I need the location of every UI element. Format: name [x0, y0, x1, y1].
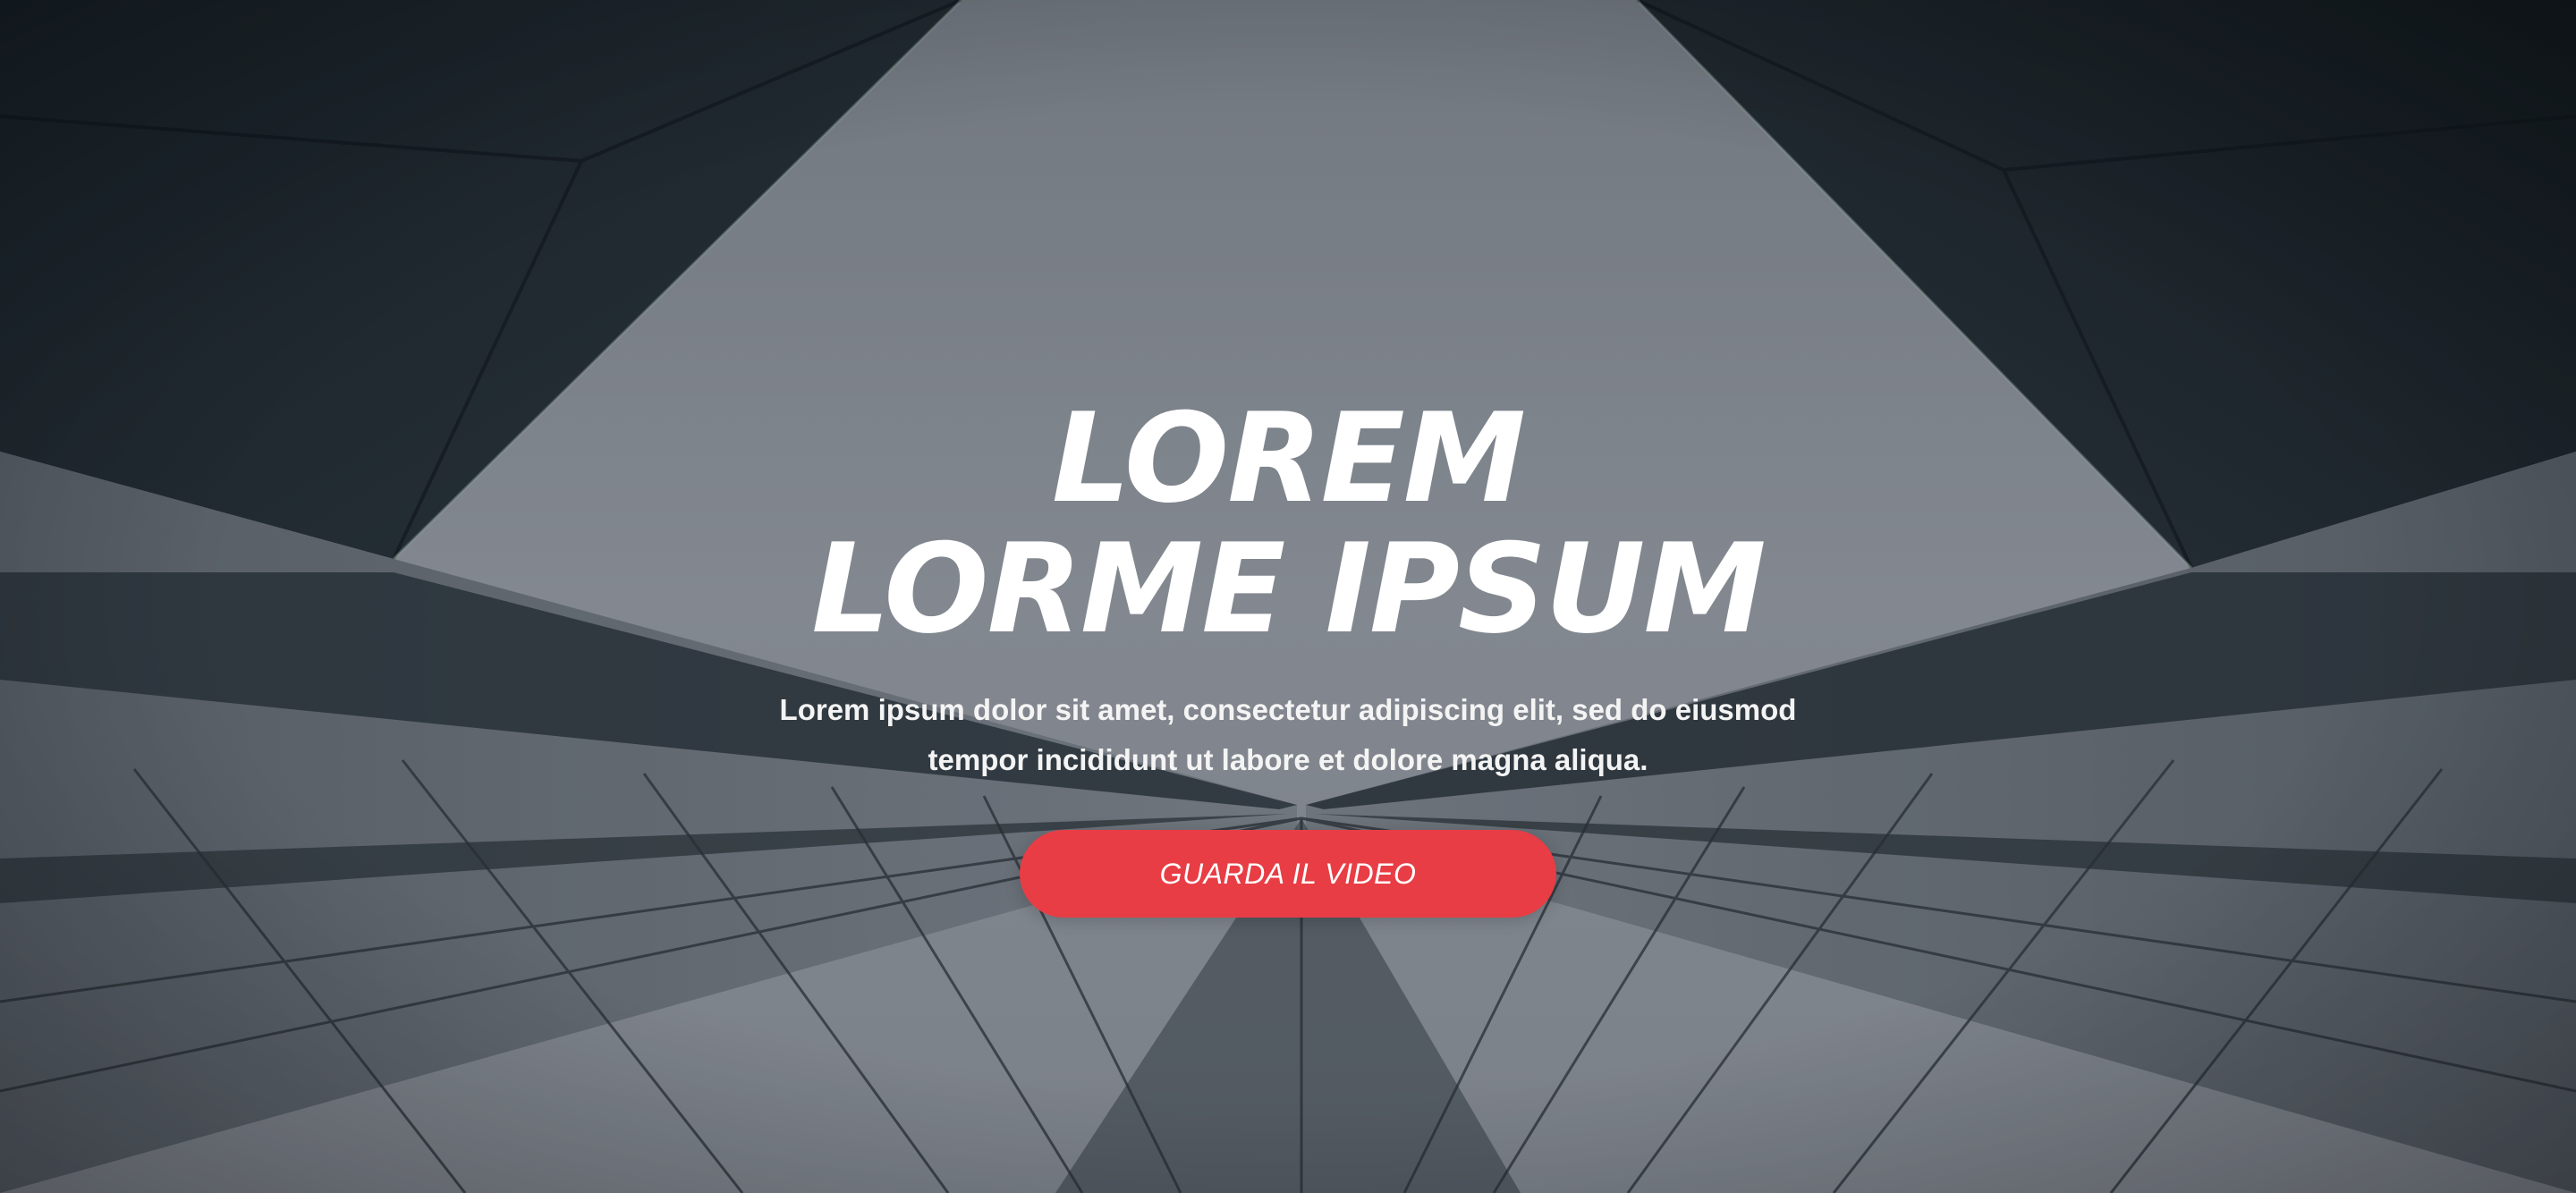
headline-line-2: LORME IPSUM: [811, 517, 1767, 661]
headline-line-1: LOREM: [1051, 386, 1526, 530]
subtitle-line-1: Lorem ipsum dolor sit amet, consectetur …: [779, 693, 1797, 726]
subtitle-line-2: tempor incididunt ut labore et dolore ma…: [928, 743, 1648, 776]
hero-content: LOREM LORME IPSUM Lorem ipsum dolor sit …: [0, 393, 2576, 918]
hero-headline: LOREM LORME IPSUM: [0, 393, 2576, 655]
hero-section: LOREM LORME IPSUM Lorem ipsum dolor sit …: [0, 0, 2576, 1193]
watch-video-button[interactable]: GUARDA IL VIDEO: [1020, 830, 1556, 918]
hero-subtitle: Lorem ipsum dolor sit amet, consectetur …: [751, 685, 1825, 785]
